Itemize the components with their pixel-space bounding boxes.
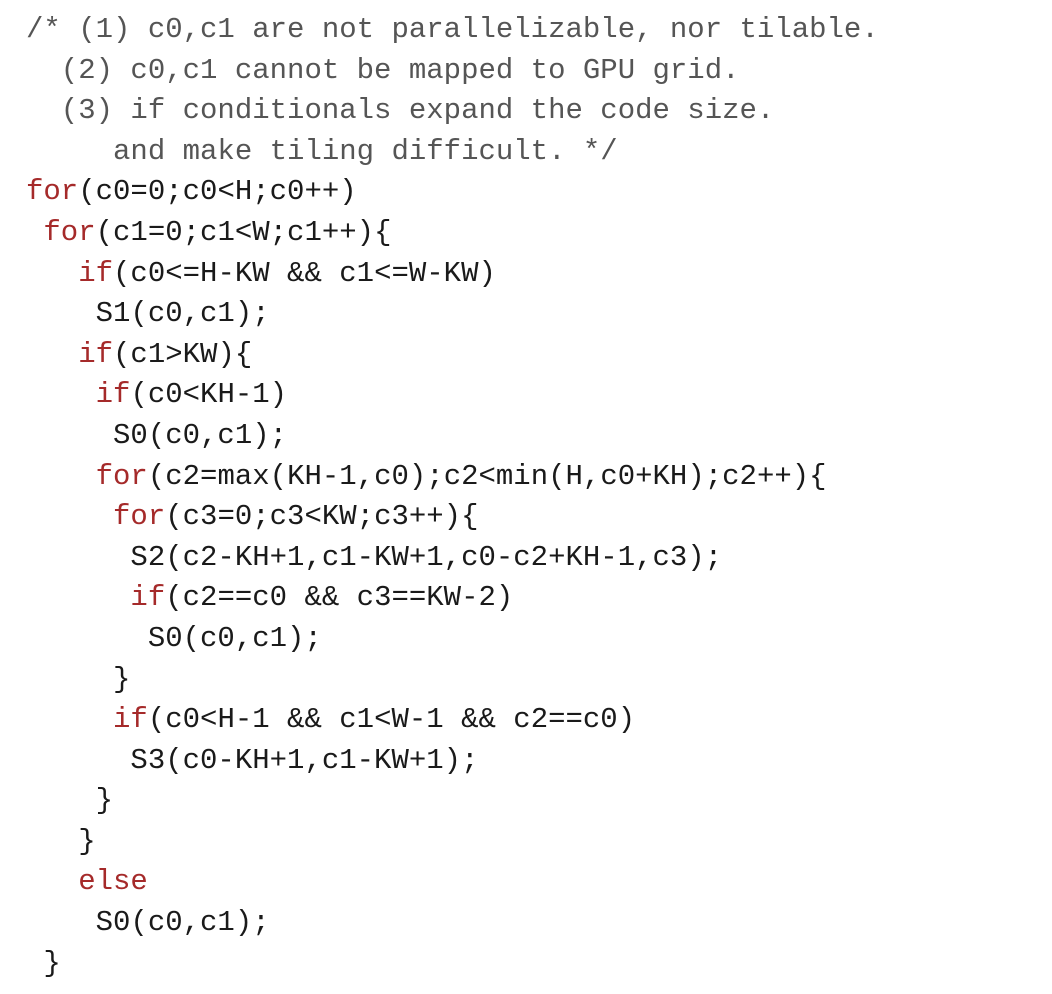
- code-token: (c0<KH-1): [130, 378, 288, 412]
- code-line: }: [26, 781, 879, 822]
- code-token: (c0<=H-KW && c1<=W-KW): [113, 256, 496, 290]
- code-listing: /* (1) c0,c1 are not parallelizable, nor…: [26, 10, 879, 984]
- code-line: S0(c0,c1);: [26, 619, 879, 660]
- code-line: S3(c0-KH+1,c1-KW+1);: [26, 741, 879, 782]
- code-line: }: [26, 660, 879, 701]
- comment-token: (2) c0,c1 cannot be mapped to GPU grid.: [26, 53, 740, 87]
- code-line: for(c2=max(KH-1,c0);c2<min(H,c0+KH);c2++…: [26, 457, 879, 498]
- keyword-token: if: [113, 703, 148, 737]
- code-line: S2(c2-KH+1,c1-KW+1,c0-c2+KH-1,c3);: [26, 538, 879, 579]
- keyword-token: if: [78, 256, 114, 290]
- code-line: S1(c0,c1);: [26, 294, 879, 335]
- code-token: S0(c0,c1);: [26, 418, 288, 452]
- code-token: }: [26, 662, 131, 696]
- code-line: for(c1=0;c1<W;c1++){: [26, 213, 879, 254]
- code-line: S0(c0,c1);: [26, 903, 879, 944]
- code-line: if(c2==c0 && c3==KW-2): [26, 578, 879, 619]
- code-token: }: [26, 824, 96, 858]
- code-line: /* (1) c0,c1 are not parallelizable, nor…: [26, 10, 879, 51]
- keyword-token: if: [130, 581, 166, 615]
- keyword-token: for: [26, 175, 79, 209]
- code-line: for(c0=0;c0<H;c0++): [26, 172, 879, 213]
- keyword-token: if: [78, 337, 114, 371]
- code-line: and make tiling difficult. */: [26, 132, 879, 173]
- code-token: (c3=0;c3<KW;c3++){: [165, 500, 479, 534]
- code-line: }: [26, 944, 879, 985]
- keyword-token: else: [26, 865, 148, 899]
- code-token: (c1>KW){: [113, 337, 253, 371]
- code-line: for(c3=0;c3<KW;c3++){: [26, 497, 879, 538]
- comment-token: /* (1) c0,c1 are not parallelizable, nor…: [26, 13, 879, 46]
- code-token: S2(c2-KH+1,c1-KW+1,c0-c2+KH-1,c3);: [26, 540, 723, 574]
- code-token: (c2==c0 && c3==KW-2): [165, 581, 514, 615]
- code-token: (c0<H-1 && c1<W-1 && c2==c0): [147, 703, 636, 737]
- code-token: S0(c0,c1);: [26, 906, 270, 940]
- code-line: if(c0<KH-1): [26, 375, 879, 416]
- code-token: (c2=max(KH-1,c0);c2<min(H,c0+KH);c2++){: [147, 459, 827, 493]
- comment-token: and make tiling difficult. */: [26, 134, 618, 168]
- code-line: if(c0<H-1 && c1<W-1 && c2==c0): [26, 700, 879, 741]
- code-line: else: [26, 862, 879, 903]
- code-token: S1(c0,c1);: [26, 297, 270, 331]
- code-line: if(c0<=H-KW && c1<=W-KW): [26, 254, 879, 295]
- code-line: (2) c0,c1 cannot be mapped to GPU grid.: [26, 51, 879, 92]
- code-line: S0(c0,c1);: [26, 416, 879, 457]
- code-line: (3) if conditionals expand the code size…: [26, 91, 879, 132]
- keyword-token: if: [95, 378, 131, 412]
- keyword-token: for: [43, 215, 96, 249]
- code-token: S3(c0-KH+1,c1-KW+1);: [26, 743, 479, 777]
- code-token: }: [26, 784, 114, 818]
- code-token: (c1=0;c1<W;c1++){: [95, 215, 392, 249]
- code-line: }: [26, 822, 879, 863]
- code-line: if(c1>KW){: [26, 335, 879, 376]
- keyword-token: for: [95, 459, 148, 493]
- comment-token: (3) if conditionals expand the code size…: [26, 94, 775, 128]
- code-token: }: [26, 946, 61, 980]
- code-token: S0(c0,c1);: [26, 621, 322, 655]
- code-token: (c0=0;c0<H;c0++): [78, 175, 357, 209]
- keyword-token: for: [113, 500, 166, 534]
